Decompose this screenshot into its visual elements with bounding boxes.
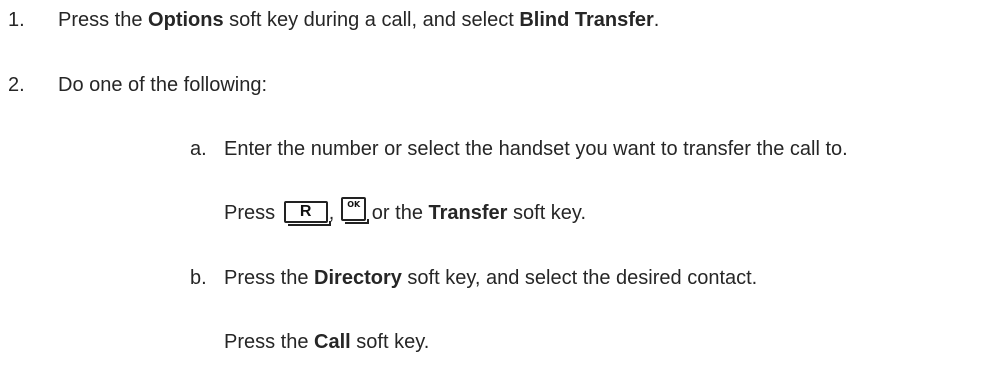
substep-a-keys: Press R, OK or the Transfer soft key. <box>224 196 586 226</box>
ok-key-icon: OK <box>341 196 370 224</box>
substep-text: Enter the number or select the handset y… <box>224 138 848 160</box>
r-key-icon: R <box>283 200 331 226</box>
substep-text-part: Press the <box>224 267 315 289</box>
blind-transfer-label: Blind Transfer <box>519 9 654 31</box>
ok-key-glyph: OK <box>347 199 361 209</box>
substep-text-part: or the <box>366 202 429 224</box>
substep-letter: b. <box>190 267 207 289</box>
step-text-part: Press the <box>58 9 149 31</box>
substep-text-part: Press <box>224 202 281 224</box>
substep-text-part: Press the <box>224 331 315 353</box>
substep-text-part: soft key. <box>350 331 430 353</box>
substep-text-part: soft key. <box>507 202 586 224</box>
substep-letter: a. <box>190 138 207 160</box>
options-softkey-label: Options <box>148 9 224 31</box>
step-text: Do one of the following: <box>58 74 268 96</box>
step-number: 1. <box>8 9 25 31</box>
substep-b-call: Press the Call soft key. <box>224 330 429 354</box>
step-number: 2. <box>8 74 25 96</box>
step-text-part: soft key during a call, and select <box>223 9 520 31</box>
call-softkey-label: Call <box>314 331 351 353</box>
substep-text-part: soft key, and select the desired contact… <box>401 267 758 289</box>
transfer-softkey-label: Transfer <box>428 202 508 224</box>
step-text-part: . <box>653 9 660 31</box>
directory-softkey-label: Directory <box>314 267 402 289</box>
r-key-glyph: R <box>299 202 312 220</box>
step-text: Press the Options soft key during a call… <box>58 8 659 32</box>
substep-text: Press the Directory soft key, and select… <box>224 266 757 290</box>
